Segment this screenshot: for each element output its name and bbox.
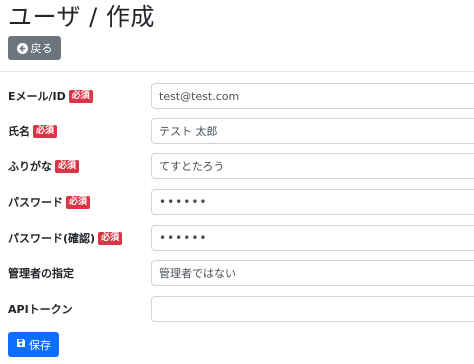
divider [0,71,474,72]
furigana-label: ふりがな 必須 [8,158,80,174]
save-label: 保存 [29,338,51,352]
admin-select[interactable]: 管理者ではない [151,260,474,286]
email-label: Eメール/ID 必須 [8,88,93,104]
required-badge: 必須 [55,159,80,173]
required-badge: 必須 [33,124,58,138]
password-label: パスワード 必須 [8,194,91,210]
password-field[interactable]: •••••• [151,189,474,215]
name-field[interactable]: テスト 太郎 [151,118,474,144]
name-label: 氏名 必須 [8,123,58,139]
api-token-label: APIトークン [8,303,73,316]
furigana-field[interactable]: てすとたろう [151,153,474,179]
arrow-left-circle-icon [16,42,28,54]
required-badge: 必須 [68,89,93,103]
back-button[interactable]: 戻る [8,36,61,60]
back-label: 戻る [30,42,53,55]
api-token-field[interactable] [151,296,474,322]
password-confirm-label: パスワード(確認) 必須 [8,230,123,246]
admin-label: 管理者の指定 [8,267,74,280]
required-badge: 必須 [66,195,91,209]
password-confirm-field[interactable]: •••••• [151,225,474,251]
page-title: ユーザ / 作成 [8,3,155,31]
required-badge: 必須 [98,231,123,245]
save-icon [16,338,26,351]
save-button[interactable]: 保存 [8,332,59,357]
email-field[interactable]: test@test.com [151,83,474,109]
